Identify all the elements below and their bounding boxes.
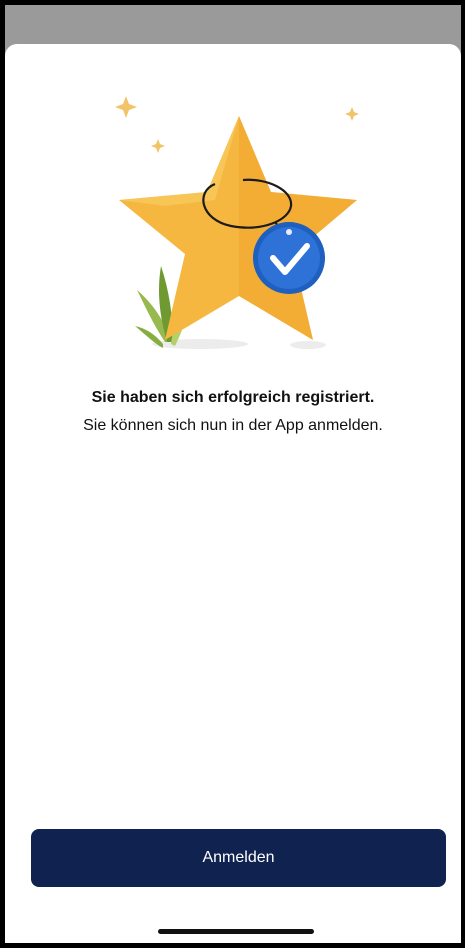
success-illustration <box>5 44 461 364</box>
sparkle-icon <box>115 96 137 118</box>
phone-frame: Sie haben sich erfolgreich registriert. … <box>0 0 465 948</box>
sparkle-icon <box>345 107 359 121</box>
check-badge-icon <box>253 222 325 294</box>
star-badge-illustration <box>115 96 359 349</box>
sparkle-icon <box>151 139 165 153</box>
success-title: Sie haben sich erfolgreich registriert. <box>91 389 375 406</box>
success-sheet: Sie haben sich erfolgreich registriert. … <box>5 44 461 943</box>
login-button[interactable]: Anmelden <box>31 829 446 887</box>
home-indicator[interactable] <box>158 929 314 934</box>
ground-shadow <box>290 341 326 349</box>
success-subtitle: Sie können sich nun in der App anmelden. <box>83 417 383 434</box>
